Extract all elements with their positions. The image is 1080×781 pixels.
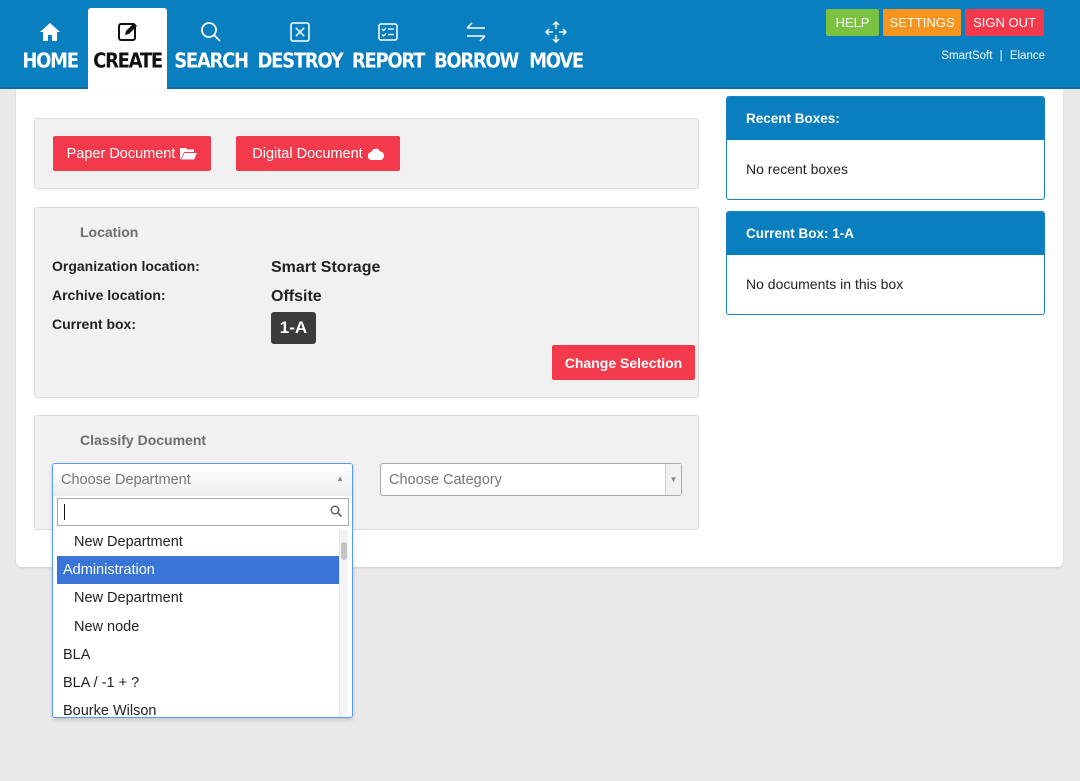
category-select-placeholder: Choose Category [389, 471, 502, 488]
department-dropdown[interactable]: Choose Department ▲ New Department Admin… [52, 463, 353, 718]
nav-search[interactable]: SEARCH [174, 8, 249, 89]
recent-boxes-title: Recent Boxes: [727, 97, 1044, 140]
search-icon [200, 16, 222, 48]
organization-location-value: Smart Storage [271, 259, 381, 276]
department-option-highlighted[interactable]: Administration [57, 556, 341, 585]
nav-destroy[interactable]: DESTROY [258, 8, 344, 89]
document-type-panel: Paper Document Digital Document [34, 118, 699, 189]
nav-create-label: CREATE [93, 49, 163, 74]
chevron-down-icon: ▼ [665, 464, 681, 495]
search-icon [330, 505, 342, 517]
department-option[interactable]: New node [53, 613, 338, 641]
user-org[interactable]: SmartSoft [941, 50, 992, 62]
department-search-input[interactable] [57, 498, 349, 526]
location-title: Location [80, 224, 139, 240]
classify-document-title: Classify Document [80, 432, 207, 448]
paper-document-label: Paper Document [66, 145, 176, 162]
current-box-label: Current box: [52, 316, 136, 332]
dropdown-scrollbar-thumb[interactable] [341, 542, 347, 560]
current-box-title: Current Box: 1-A [727, 212, 1044, 255]
current-box-empty: No documents in this box [746, 276, 904, 292]
sign-out-button[interactable]: SIGN OUT [965, 9, 1044, 36]
archive-location-label: Archive location: [52, 287, 166, 303]
text-caret [64, 504, 65, 520]
paper-document-button[interactable]: Paper Document [53, 136, 211, 171]
cloud-icon [367, 148, 384, 160]
user-name[interactable]: Elance [1010, 50, 1045, 62]
department-options-list: New Department Administration New Depart… [53, 528, 341, 717]
folder-open-icon [180, 147, 198, 160]
help-button[interactable]: HELP [826, 9, 879, 36]
edit-icon [117, 16, 139, 48]
category-select[interactable]: Choose Category ▼ [380, 463, 682, 496]
swap-arrows-icon [464, 16, 488, 48]
nav-move-label: MOVE [529, 49, 584, 74]
current-box-badge: 1-A [271, 312, 316, 344]
nav-destroy-label: DESTROY [257, 49, 344, 74]
recent-boxes-card: Recent Boxes: No recent boxes [726, 96, 1045, 200]
organization-location-label: Organization location: [52, 258, 200, 274]
user-info: SmartSoft | Elance [941, 50, 1045, 62]
nav-create[interactable]: CREATE [88, 8, 167, 89]
department-option[interactable]: BLA [53, 641, 338, 669]
department-option[interactable]: New Department [53, 528, 338, 556]
chevron-up-icon: ▲ [336, 474, 344, 483]
current-box-card: Current Box: 1-A No documents in this bo… [726, 211, 1045, 315]
report-icon [377, 16, 399, 48]
nav-borrow-label: BORROW [433, 49, 519, 74]
user-separator: | [999, 50, 1003, 62]
dropdown-scrollbar[interactable] [339, 530, 348, 717]
settings-button[interactable]: SETTINGS [883, 9, 961, 36]
home-icon [39, 16, 61, 48]
destroy-x-icon [289, 16, 311, 48]
digital-document-button[interactable]: Digital Document [236, 136, 400, 171]
nav-home-label: HOME [22, 49, 79, 74]
nav-search-label: SEARCH [174, 49, 249, 74]
location-panel: Location Organization location: Smart St… [34, 207, 699, 398]
department-option[interactable]: Bourke Wilson [53, 697, 338, 717]
department-option[interactable]: BLA / -1 + ? [53, 669, 338, 697]
digital-document-label: Digital Document [252, 145, 363, 162]
recent-boxes-empty: No recent boxes [746, 161, 848, 177]
archive-location-value: Offsite [271, 288, 322, 305]
nav-home[interactable]: HOME [22, 8, 79, 89]
department-select[interactable]: Choose Department ▲ [53, 464, 352, 496]
move-arrows-icon [544, 16, 568, 48]
nav-report-label: REPORT [351, 49, 425, 74]
department-option[interactable]: New Department [53, 584, 338, 612]
nav-report[interactable]: REPORT [352, 8, 425, 89]
nav-move[interactable]: MOVE [529, 8, 584, 89]
nav-borrow[interactable]: BORROW [434, 8, 519, 89]
top-navigation-bar: HOME CREATE SEARCH DESTROY REPORT BORROW [0, 0, 1080, 89]
change-selection-button[interactable]: Change Selection [552, 345, 695, 380]
department-select-placeholder: Choose Department [61, 472, 191, 488]
